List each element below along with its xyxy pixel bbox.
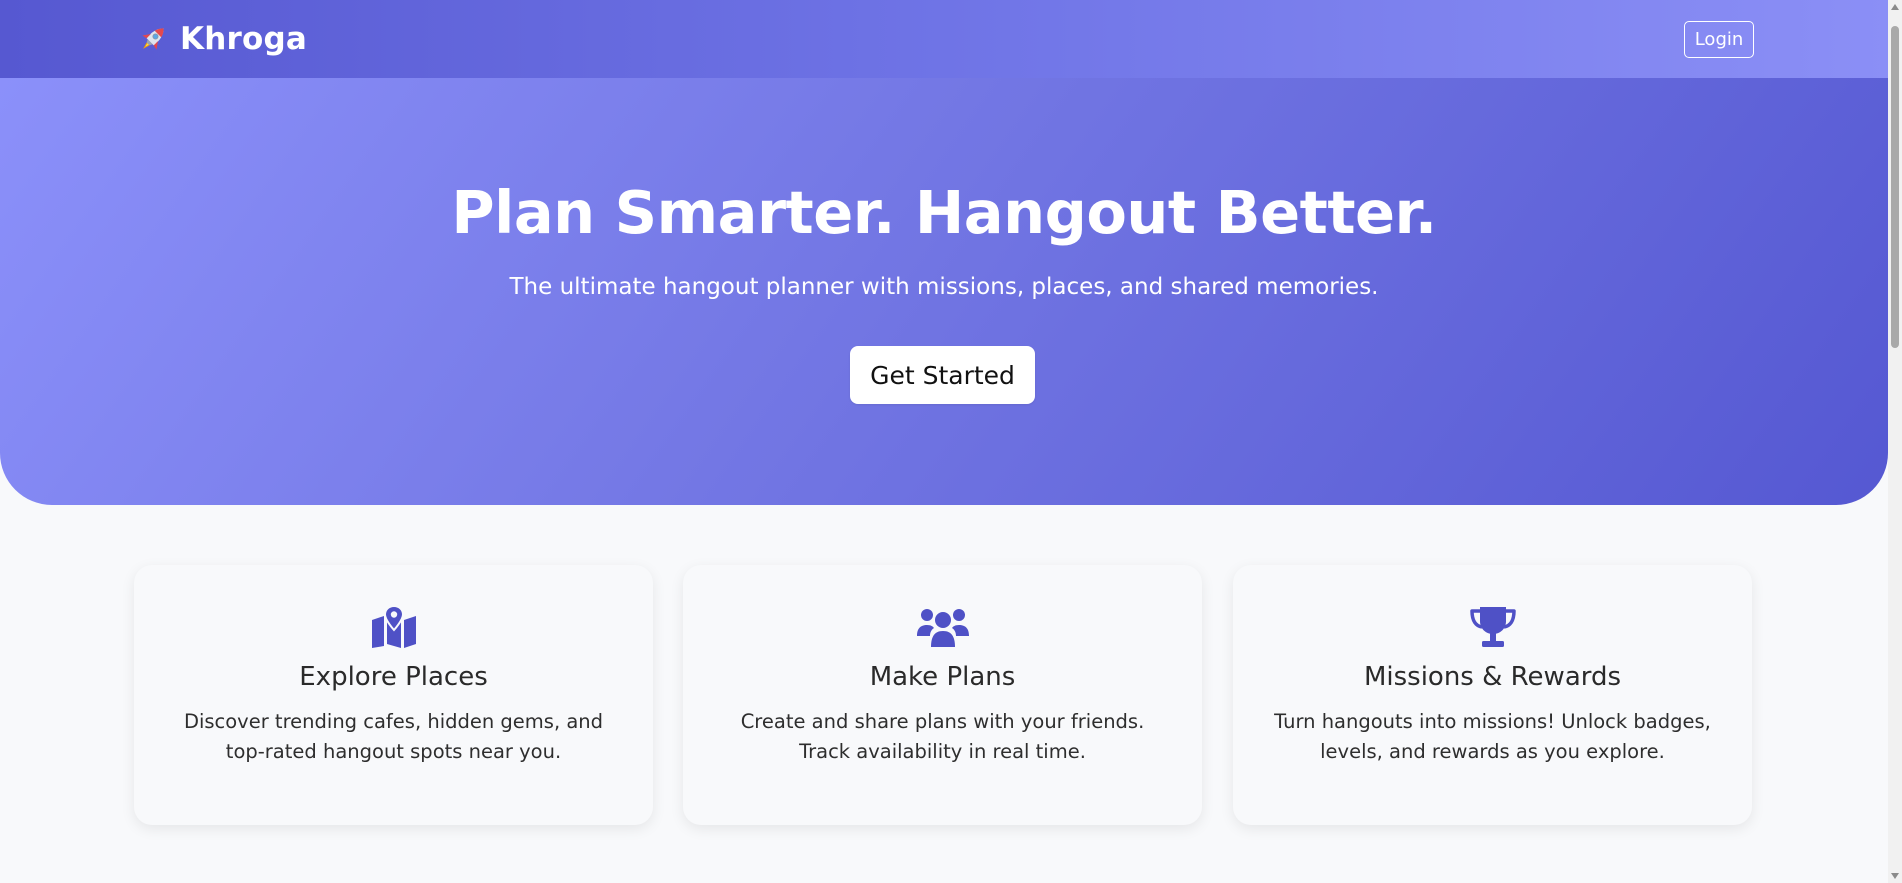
feature-card-explore-places: Explore Places Discover trending cafes, … [134, 565, 653, 825]
feature-description: Create and share plans with your friends… [740, 710, 1145, 763]
users-icon [683, 603, 1202, 651]
feature-card-missions-rewards: Missions & Rewards Turn hangouts into mi… [1233, 565, 1752, 825]
scrollbar-thumb[interactable] [1891, 26, 1899, 348]
feature-card-make-plans: Make Plans Create and share plans with y… [683, 565, 1202, 825]
brand-name: Khroga [180, 21, 307, 57]
feature-title: Missions & Rewards [1363, 662, 1622, 692]
hero-subtitle: The ultimate hangout planner with missio… [509, 274, 1379, 300]
feature-title: Make Plans [869, 662, 1016, 692]
navbar: Khroga Login [0, 0, 1888, 78]
get-started-button[interactable]: Get Started [850, 346, 1035, 404]
map-location-icon [134, 603, 653, 651]
login-button[interactable]: Login [1684, 21, 1754, 58]
trophy-icon [1233, 603, 1752, 651]
scroll-down-arrow-icon[interactable] [1891, 873, 1899, 879]
scroll-up-arrow-icon[interactable] [1891, 4, 1899, 10]
page: Khroga Login Plan Smarter. Hangout Bette… [0, 0, 1902, 883]
feature-description: Turn hangouts into missions! Unlock badg… [1274, 710, 1711, 763]
feature-description: Discover trending cafes, hidden gems, an… [183, 710, 604, 763]
rocket-icon [136, 22, 170, 56]
brand-logo[interactable]: Khroga [136, 18, 307, 60]
feature-title: Explore Places [299, 662, 488, 692]
hero-title: Plan Smarter. Hangout Better. [451, 178, 1437, 247]
vertical-scrollbar[interactable] [1888, 0, 1902, 883]
hero-section: Plan Smarter. Hangout Better. The ultima… [0, 78, 1888, 505]
